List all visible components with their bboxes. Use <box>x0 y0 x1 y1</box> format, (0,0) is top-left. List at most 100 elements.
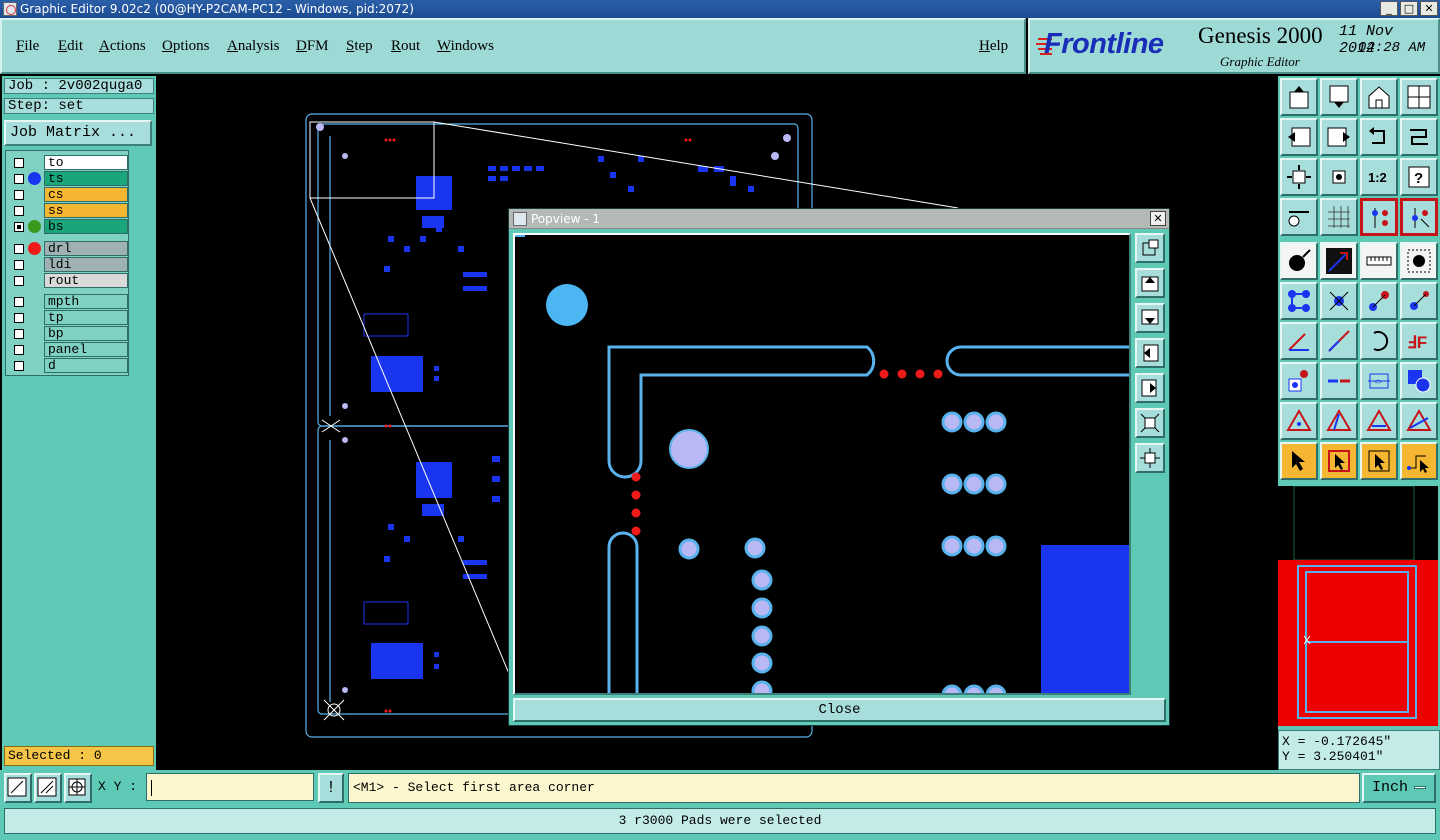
resize-pad-icon[interactable] <box>1400 362 1438 400</box>
popview-close-x-button[interactable]: ✕ <box>1150 211 1166 226</box>
popview-center-button[interactable] <box>1135 443 1165 473</box>
pan-left-icon[interactable] <box>1280 118 1318 156</box>
scale-one-to-two-icon[interactable]: 1:2 <box>1360 158 1398 196</box>
maximize-button[interactable]: □ <box>1400 1 1418 16</box>
layer-checkbox[interactable] <box>14 222 24 232</box>
ruler-icon[interactable] <box>1360 242 1398 280</box>
menu-windows[interactable]: Windows <box>437 38 494 55</box>
popview-pan-down-button[interactable] <box>1135 303 1165 333</box>
menu-help[interactable]: Help <box>979 38 1008 55</box>
layer-row-rout[interactable]: rout <box>8 273 128 288</box>
pad-swap-icon[interactable] <box>1280 362 1318 400</box>
add-surface-icon[interactable] <box>1400 242 1438 280</box>
layer-checkbox[interactable] <box>14 329 24 339</box>
layer-row-ts[interactable]: ts <box>8 171 128 186</box>
layer-checkbox[interactable] <box>14 158 24 168</box>
copy-feature-icon[interactable] <box>1400 282 1438 320</box>
layer-checkbox[interactable] <box>14 361 24 371</box>
minimize-button[interactable]: _ <box>1380 1 1398 16</box>
triangle-line-icon[interactable] <box>1320 402 1358 440</box>
layer-checkbox[interactable] <box>14 260 24 270</box>
triangle-arc-icon[interactable] <box>1360 402 1398 440</box>
layer-name[interactable]: rout <box>44 273 128 288</box>
angle-icon[interactable] <box>1280 322 1318 360</box>
job-matrix-button[interactable]: Job Matrix ... <box>4 120 152 146</box>
layer-name[interactable]: tp <box>44 310 128 325</box>
undo-view-icon[interactable] <box>1360 118 1398 156</box>
layer-name[interactable]: cs <box>44 187 128 202</box>
layer-checkbox[interactable] <box>14 174 24 184</box>
menu-file[interactable]: File <box>16 38 39 55</box>
grid-snap-icon[interactable] <box>64 773 92 803</box>
layer-name[interactable]: ss <box>44 203 128 218</box>
slope-line-icon[interactable] <box>1320 322 1358 360</box>
layer-name[interactable]: to <box>44 155 128 170</box>
zoom-area-icon[interactable] <box>4 773 32 803</box>
menu-rout[interactable]: Rout <box>391 38 420 55</box>
layer-checkbox[interactable] <box>14 297 24 307</box>
units-menu[interactable]: Inch <box>1362 773 1436 803</box>
layer-row-drl[interactable]: drl <box>8 241 128 256</box>
snap-settings-icon[interactable] <box>1280 198 1318 236</box>
alert-button[interactable]: ! <box>318 773 344 803</box>
menu-dfm[interactable]: DFM <box>296 38 329 55</box>
move-feature-icon[interactable] <box>1360 282 1398 320</box>
layer-row-mpth[interactable]: mpth <box>8 294 128 309</box>
layer-name[interactable]: ts <box>44 171 128 186</box>
snap-pick-icon[interactable] <box>34 773 62 803</box>
popview-pan-left-button[interactable] <box>1135 338 1165 368</box>
close-window-button[interactable]: ✕ <box>1420 1 1438 16</box>
layer-row-bs[interactable]: bs <box>8 219 128 234</box>
redraw-icon[interactable] <box>1400 118 1438 156</box>
arc-icon[interactable] <box>1360 322 1398 360</box>
xy-input[interactable] <box>146 773 314 801</box>
feature-display-icon[interactable] <box>1360 198 1398 236</box>
layer-checkbox[interactable] <box>14 276 24 286</box>
layer-row-to[interactable]: to <box>8 155 128 170</box>
split-line-icon[interactable] <box>1320 362 1358 400</box>
layer-checkbox[interactable] <box>14 313 24 323</box>
measure-between-icon[interactable]: <> <box>1360 362 1398 400</box>
zoom-down-icon[interactable] <box>1320 78 1358 116</box>
popview-zoom-in-button[interactable] <box>1135 233 1165 263</box>
layer-name[interactable]: bp <box>44 326 128 341</box>
select-polygon-icon[interactable] <box>1360 442 1398 480</box>
triangle-cross-icon[interactable] <box>1400 402 1438 440</box>
layer-checkbox[interactable] <box>14 345 24 355</box>
layer-row-d[interactable]: d <box>8 358 128 373</box>
layer-name[interactable]: ldi <box>44 257 128 272</box>
popview-close-button[interactable]: Close <box>513 698 1166 722</box>
split-view-icon[interactable] <box>1400 78 1438 116</box>
menu-options[interactable]: Options <box>162 38 210 55</box>
layer-name[interactable]: mpth <box>44 294 128 309</box>
zoom-home-icon[interactable] <box>1280 78 1318 116</box>
layer-row-ss[interactable]: ss <box>8 203 128 218</box>
add-pad-icon[interactable] <box>1280 242 1318 280</box>
layer-row-ldi[interactable]: ldi <box>8 257 128 272</box>
connect-pads-icon[interactable] <box>1280 282 1318 320</box>
popview-fit-button[interactable] <box>1135 408 1165 438</box>
menu-edit[interactable]: Edit <box>58 38 83 55</box>
grid-icon[interactable] <box>1320 198 1358 236</box>
layer-checkbox[interactable] <box>14 190 24 200</box>
layer-row-tp[interactable]: tp <box>8 310 128 325</box>
layer-name[interactable]: drl <box>44 241 128 256</box>
layer-name[interactable]: panel <box>44 342 128 357</box>
zoom-center-icon[interactable] <box>1320 158 1358 196</box>
layer-row-cs[interactable]: cs <box>8 187 128 202</box>
layer-checkbox[interactable] <box>14 206 24 216</box>
feature-select-icon[interactable] <box>1400 198 1438 236</box>
popview-pan-right-button[interactable] <box>1135 373 1165 403</box>
select-box-icon[interactable] <box>1320 442 1358 480</box>
overview-map[interactable] <box>1278 485 1438 726</box>
layer-name[interactable]: d <box>44 358 128 373</box>
popview-canvas[interactable] <box>513 233 1131 695</box>
menu-actions[interactable]: Actions <box>99 38 146 55</box>
triangle-select-icon[interactable] <box>1280 402 1318 440</box>
layer-row-panel[interactable]: panel <box>8 342 128 357</box>
home-icon[interactable] <box>1360 78 1398 116</box>
add-line-icon[interactable] <box>1320 242 1358 280</box>
popview-pan-up-button[interactable] <box>1135 268 1165 298</box>
layer-name[interactable]: bs <box>44 219 128 234</box>
delete-feature-icon[interactable] <box>1320 282 1358 320</box>
